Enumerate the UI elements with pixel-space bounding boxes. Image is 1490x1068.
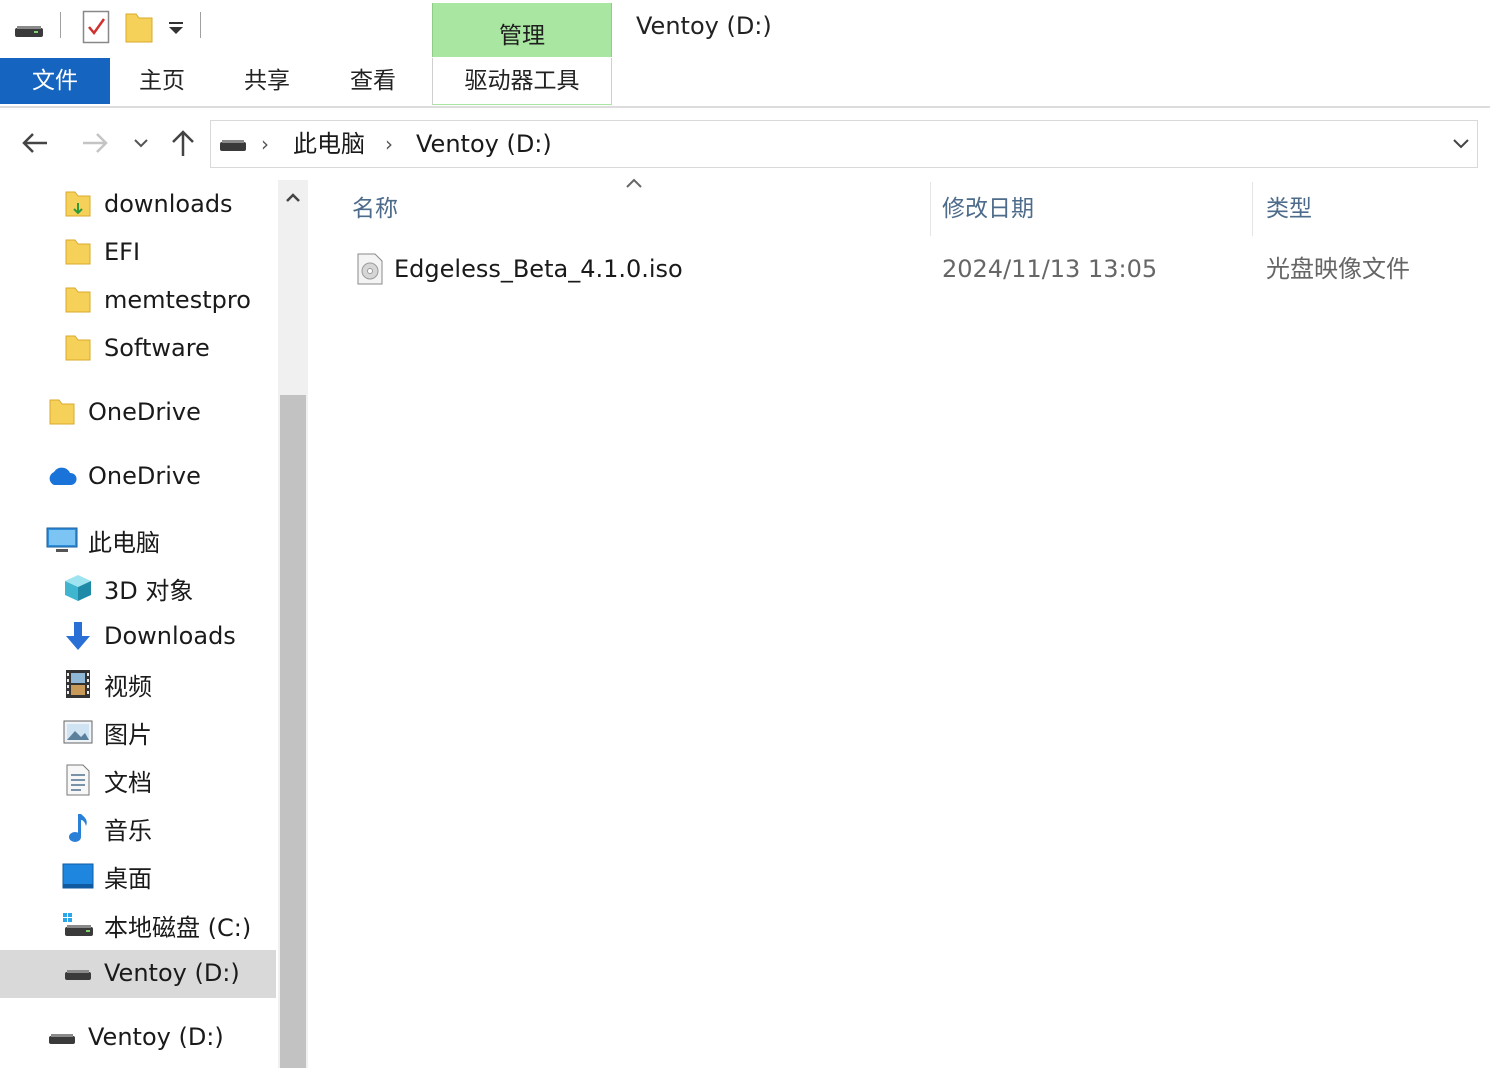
sidebar-item-software[interactable]: Software <box>62 325 210 371</box>
sidebar-item-label: 此电脑 <box>88 528 160 557</box>
picture-icon <box>62 716 94 748</box>
column-header-type[interactable]: 类型 <box>1266 188 1486 230</box>
sidebar-item-onedrive-folder[interactable]: OneDrive <box>46 389 201 435</box>
sidebar-item-ventoy-d-selected[interactable]: Ventoy (D:) <box>62 950 240 996</box>
breadcrumb-this-pc[interactable]: 此电脑 <box>293 121 365 167</box>
sidebar-item-desktop[interactable]: 桌面 <box>62 853 152 899</box>
sidebar-item-label: EFI <box>104 238 141 266</box>
column-divider[interactable] <box>930 182 931 236</box>
sidebar-item-label: 3D 对象 <box>104 576 194 605</box>
sidebar-item-label: 图片 <box>104 720 152 749</box>
column-header-modified[interactable]: 修改日期 <box>942 188 1242 230</box>
sidebar-item-local-disk-c[interactable]: 本地磁盘 (C:) <box>62 902 251 948</box>
sidebar-item-label: 音乐 <box>104 816 152 845</box>
properties-icon[interactable] <box>82 10 110 44</box>
file-name[interactable]: Edgeless_Beta_4.1.0.iso <box>394 246 683 292</box>
sidebar-item-memtestpro[interactable]: memtestpro <box>62 277 251 323</box>
file-type: 光盘映像文件 <box>1266 255 1410 283</box>
music-note-icon <box>62 812 94 844</box>
sidebar-item-documents[interactable]: 文档 <box>62 757 152 803</box>
chevron-right-icon: › <box>385 132 393 156</box>
chevron-right-icon: › <box>261 132 269 156</box>
manage-context-header: 管理 <box>432 3 612 57</box>
tab-file[interactable]: 文件 <box>0 58 110 104</box>
sidebar-item-downloads-folder[interactable]: downloads <box>62 181 233 227</box>
sidebar-item-downloads[interactable]: Downloads <box>62 613 236 659</box>
sidebar-item-label: 本地磁盘 (C:) <box>104 913 252 942</box>
sidebar-item-ventoy-d[interactable]: Ventoy (D:) <box>46 1014 224 1060</box>
drive-icon <box>62 957 94 989</box>
chevron-up-icon <box>286 193 300 202</box>
customize-dropdown-icon[interactable] <box>166 20 186 36</box>
forward-button[interactable] <box>78 125 112 161</box>
drive-icon[interactable] <box>14 20 44 40</box>
folder-icon <box>62 284 94 316</box>
sidebar-item-label: 桌面 <box>104 864 152 893</box>
document-icon <box>62 764 94 796</box>
chevron-down-icon <box>1453 139 1469 149</box>
chevron-down-icon <box>134 139 148 148</box>
tab-share[interactable]: 共享 <box>214 58 320 104</box>
tab-home[interactable]: 主页 <box>110 58 214 104</box>
file-row[interactable]: Edgeless_Beta_4.1.0.iso 2024/11/13 13:05… <box>340 246 1490 292</box>
desktop-icon <box>62 860 94 892</box>
tab-view[interactable]: 查看 <box>320 58 426 104</box>
address-history-button[interactable] <box>1446 120 1476 166</box>
windows-drive-icon <box>62 909 94 941</box>
cube-icon <box>62 572 94 604</box>
breadcrumb-ventoy[interactable]: Ventoy (D:) <box>416 121 552 167</box>
forward-arrow-icon <box>83 133 108 153</box>
sidebar-item-onedrive[interactable]: OneDrive <box>46 453 201 499</box>
disc-image-icon <box>356 253 384 289</box>
folder-download-icon <box>62 188 94 220</box>
sidebar-item-label: 视频 <box>104 672 152 701</box>
sidebar-item-efi[interactable]: EFI <box>62 229 140 275</box>
scroll-up-button[interactable] <box>278 183 308 213</box>
tab-drive-tools[interactable]: 驱动器工具 <box>432 58 612 105</box>
sidebar-item-label: OneDrive <box>88 398 201 426</box>
divider <box>200 12 201 38</box>
sidebar-item-label: memtestpro <box>104 286 251 314</box>
folder-icon <box>62 236 94 268</box>
folder-icon <box>46 396 78 428</box>
recent-locations-button[interactable] <box>126 125 156 161</box>
sidebar-item-label: OneDrive <box>88 462 201 490</box>
download-arrow-icon <box>62 620 94 652</box>
computer-icon <box>46 524 78 556</box>
new-folder-icon[interactable] <box>124 10 154 44</box>
column-header-name[interactable]: 名称 <box>352 188 922 230</box>
sidebar-item-label: Ventoy (D:) <box>88 1023 224 1051</box>
sidebar-item-label: downloads <box>104 190 233 218</box>
column-divider[interactable] <box>1252 182 1253 236</box>
file-modified-date: 2024/11/13 13:05 <box>942 255 1158 283</box>
sidebar-item-label: 文档 <box>104 768 152 797</box>
up-arrow-icon <box>172 130 194 156</box>
up-button[interactable] <box>166 125 200 161</box>
sidebar-item-label: Ventoy (D:) <box>104 959 240 987</box>
sidebar-item-videos[interactable]: 视频 <box>62 661 152 707</box>
film-icon <box>62 668 94 700</box>
sidebar-item-3d-objects[interactable]: 3D 对象 <box>62 565 193 611</box>
back-arrow-icon <box>22 133 47 153</box>
divider <box>60 12 61 38</box>
sidebar-item-label: Downloads <box>104 622 236 650</box>
sidebar-item-music[interactable]: 音乐 <box>62 805 152 851</box>
drive-icon <box>46 1021 78 1053</box>
ribbon-divider <box>0 106 1490 108</box>
cloud-icon <box>46 460 78 492</box>
folder-icon <box>62 332 94 364</box>
sidebar-item-label: Software <box>104 334 210 362</box>
manage-label: 管理 <box>499 23 545 49</box>
window-title: Ventoy (D:) <box>636 12 772 40</box>
drive-icon <box>219 135 247 157</box>
address-bar[interactable]: › 此电脑 › Ventoy (D:) <box>210 120 1478 168</box>
sidebar-item-this-pc[interactable]: 此电脑 <box>46 517 160 563</box>
sidebar-item-pictures[interactable]: 图片 <box>62 709 152 755</box>
sidebar-scrollbar-thumb[interactable] <box>280 395 306 1068</box>
back-button[interactable] <box>18 125 52 161</box>
